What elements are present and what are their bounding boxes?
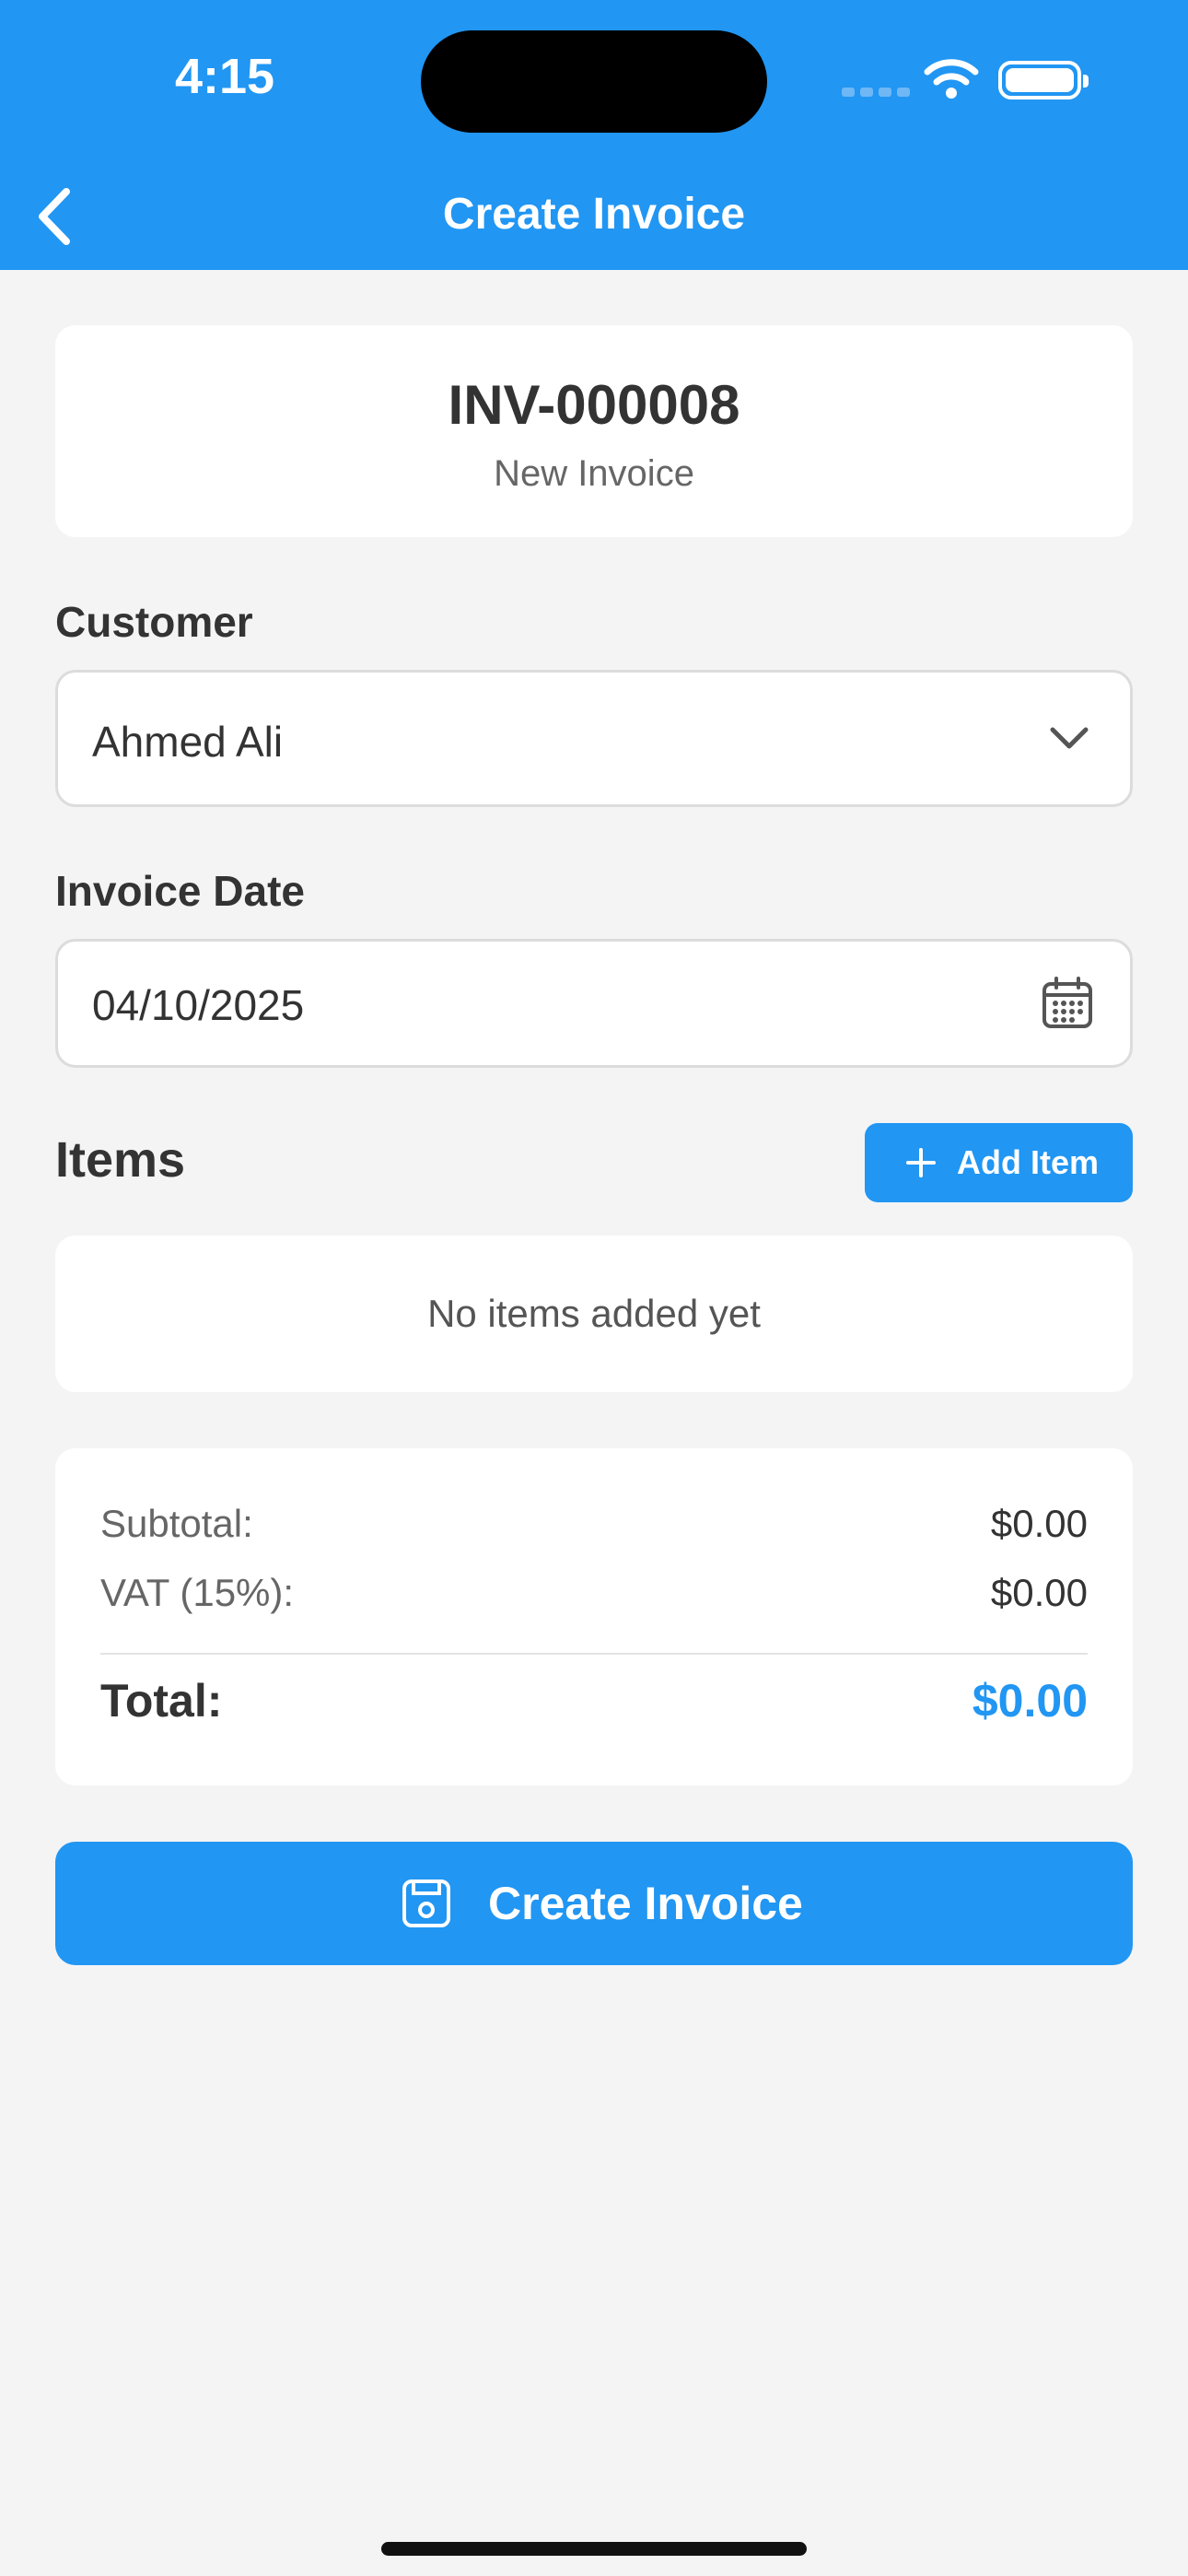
- chevron-down-icon: [1050, 727, 1089, 749]
- total-label: Total:: [100, 1675, 223, 1727]
- dynamic-island: [421, 30, 767, 133]
- page-title: Create Invoice: [442, 190, 746, 239]
- subtotal-label: Subtotal:: [100, 1502, 253, 1545]
- invoice-header-card: INV-000008 New Invoice: [55, 325, 1133, 537]
- empty-items-message: No items added yet: [427, 1292, 761, 1335]
- create-invoice-label: Create Invoice: [488, 1878, 803, 1929]
- invoice-subtitle: New Invoice: [494, 453, 694, 494]
- invoice-date-field[interactable]: 04/10/2025: [55, 939, 1133, 1068]
- divider: [100, 1653, 1088, 1655]
- totals-card: Subtotal: $0.00 VAT (15%): $0.00 Total: …: [55, 1448, 1133, 1786]
- home-indicator[interactable]: [381, 2542, 807, 2556]
- battery-icon: [998, 61, 1089, 100]
- subtotal-value: $0.00: [990, 1502, 1088, 1545]
- customer-select[interactable]: Ahmed Ali: [55, 670, 1133, 807]
- add-item-button[interactable]: Add Item: [865, 1123, 1133, 1202]
- wifi-icon: [924, 59, 979, 99]
- app-header: 4:15 Create Invoice: [0, 0, 1188, 270]
- add-item-label: Add Item: [957, 1143, 1100, 1181]
- customer-label: Customer: [55, 598, 253, 646]
- invoice-date-label: Invoice Date: [55, 867, 305, 915]
- calendar-icon[interactable]: [1042, 977, 1093, 1030]
- items-section-title: Items: [55, 1132, 186, 1188]
- status-time: 4:15: [175, 49, 275, 104]
- cellular-signal-icon: [842, 85, 915, 101]
- plus-icon: [906, 1148, 936, 1177]
- save-icon: [402, 1879, 450, 1927]
- items-list: No items added yet: [55, 1235, 1133, 1392]
- customer-value: Ahmed Ali: [92, 718, 284, 766]
- invoice-date-value: 04/10/2025: [92, 981, 305, 1029]
- vat-label: VAT (15%):: [100, 1571, 295, 1614]
- total-value: $0.00: [972, 1675, 1088, 1727]
- vat-value: $0.00: [990, 1571, 1088, 1614]
- invoice-number: INV-000008: [448, 374, 740, 436]
- create-invoice-button[interactable]: Create Invoice: [55, 1842, 1133, 1965]
